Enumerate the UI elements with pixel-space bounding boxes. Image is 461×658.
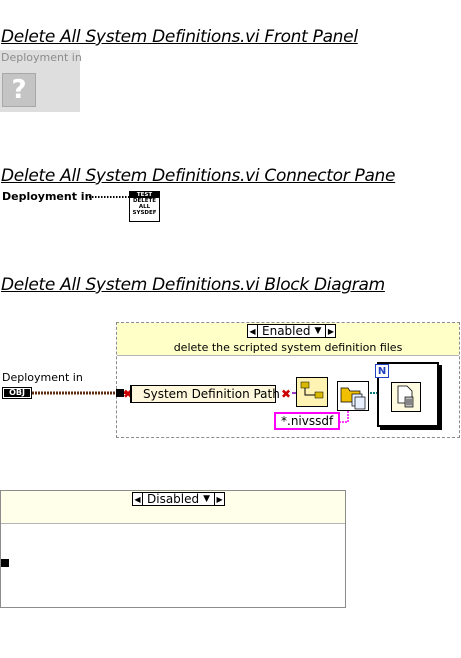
- dropdown-arrow-icon[interactable]: ▼: [315, 326, 322, 336]
- case-selector-enabled[interactable]: ◀ Enabled ▼ ▶: [247, 324, 337, 338]
- loop-count-terminal[interactable]: N: [375, 364, 389, 378]
- delete-file-node[interactable]: [391, 382, 421, 412]
- unknown-class-icon: ?: [2, 73, 36, 107]
- property-label: System Definition Path: [143, 387, 280, 401]
- for-loop[interactable]: N: [375, 362, 439, 427]
- strip-path-icon[interactable]: [296, 377, 328, 407]
- input-tunnel: [1, 559, 9, 567]
- recursive-file-list-icon[interactable]: [337, 381, 369, 411]
- connector-pane-heading: Delete All System Definitions.vi Connect…: [1, 166, 396, 186]
- case-selector-disabled[interactable]: ◀ Disabled ▼ ▶: [132, 492, 226, 506]
- case-selector-value: Enabled: [262, 324, 311, 338]
- path-split-icon: [300, 381, 324, 399]
- increment-arrow-icon[interactable]: ▶: [215, 493, 224, 505]
- connector-terminal-label: Deployment in: [2, 190, 93, 203]
- folder-files-icon: [340, 387, 366, 410]
- connector-wire: [86, 196, 130, 198]
- decrement-arrow-icon[interactable]: ◀: [133, 493, 142, 505]
- block-diagram-heading: Delete All System Definitions.vi Block D…: [1, 275, 385, 295]
- front-panel-heading: Delete All System Definitions.vi Front P…: [1, 27, 358, 47]
- error-cluster-icon-2: ✖: [281, 387, 292, 401]
- vi-icon: TEST DELETE ALL SYSDEF: [129, 191, 160, 222]
- deployment-in-control[interactable]: Deployment in ?: [0, 50, 82, 112]
- decrement-arrow-icon[interactable]: ◀: [248, 325, 257, 337]
- pattern-string-constant[interactable]: *.nivssdf: [274, 412, 341, 430]
- delete-file-icon: [397, 385, 414, 408]
- case-structure-disabled[interactable]: ◀ Disabled ▼ ▶: [0, 490, 346, 608]
- dropdown-arrow-icon[interactable]: ▼: [203, 494, 210, 504]
- case-selector-value: Disabled: [147, 492, 200, 506]
- system-definition-path-property-node[interactable]: System Definition Path: [130, 385, 280, 403]
- deployment-in-control-label: Deployment in: [1, 51, 82, 64]
- increment-arrow-icon[interactable]: ▶: [326, 325, 335, 337]
